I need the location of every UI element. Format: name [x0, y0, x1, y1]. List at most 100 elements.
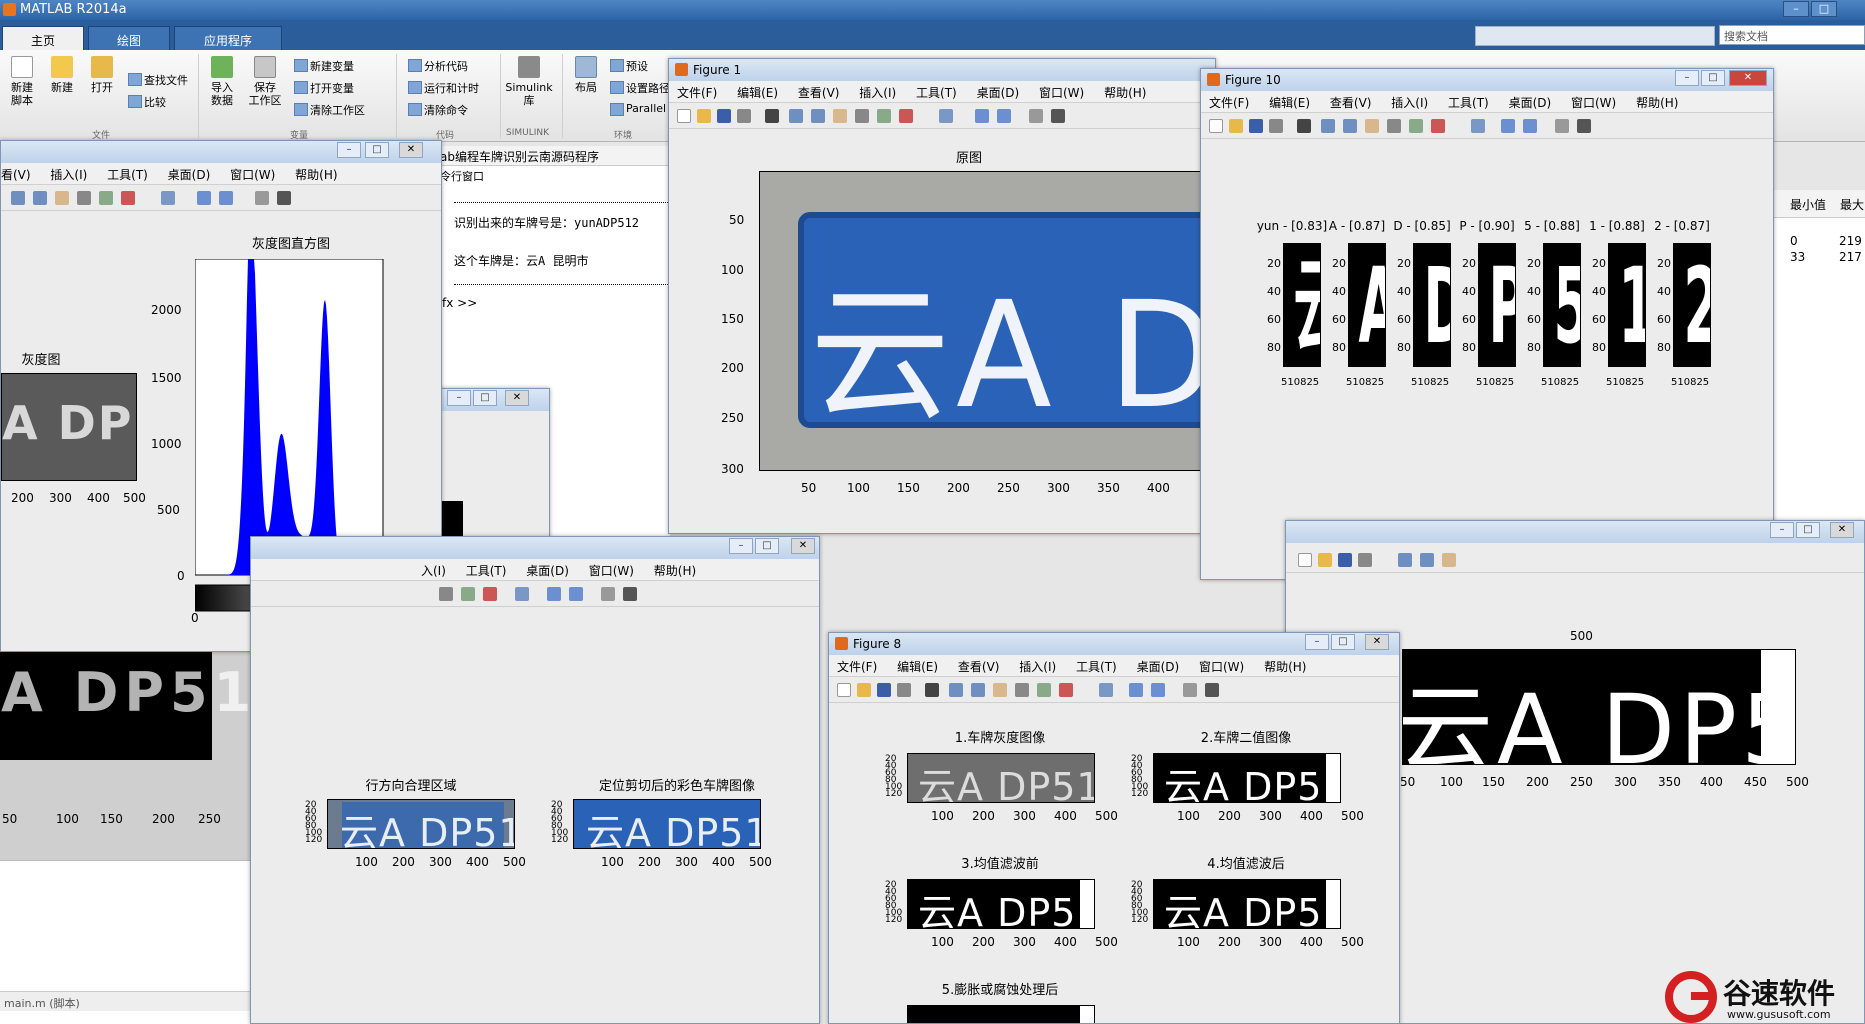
print-icon[interactable] — [1358, 553, 1372, 567]
zoom-out-icon[interactable] — [33, 191, 47, 205]
maximize-button[interactable]: □ — [473, 390, 497, 406]
pan-icon[interactable] — [1365, 119, 1379, 133]
maximize-button[interactable]: □ — [365, 142, 389, 158]
save-icon[interactable] — [1249, 119, 1263, 133]
colorbar-icon[interactable] — [547, 587, 561, 601]
show-tools-icon[interactable] — [1577, 119, 1591, 133]
legend-icon[interactable] — [219, 191, 233, 205]
legend-icon[interactable] — [1523, 119, 1537, 133]
hide-tools-icon[interactable] — [1029, 109, 1043, 123]
colorbar-icon[interactable] — [197, 191, 211, 205]
menu-window[interactable]: 窗口(W) — [1199, 660, 1244, 674]
command-prompt[interactable]: fx >> — [442, 296, 477, 310]
data-cursor-icon[interactable] — [1037, 683, 1051, 697]
link-icon[interactable] — [1099, 683, 1113, 697]
menu-insert[interactable]: 插入(I) — [859, 86, 896, 100]
colorbar-icon[interactable] — [975, 109, 989, 123]
brush-icon[interactable] — [1431, 119, 1445, 133]
colorbar-icon[interactable] — [1501, 119, 1515, 133]
parallel-button[interactable]: Parallel — [608, 102, 666, 116]
show-tools-icon[interactable] — [1205, 683, 1219, 697]
data-cursor-icon[interactable] — [1409, 119, 1423, 133]
pan-icon[interactable] — [55, 191, 69, 205]
clear-commands-button[interactable]: 清除命令 — [406, 102, 468, 118]
show-tools-icon[interactable] — [623, 587, 637, 601]
show-tools-icon[interactable] — [277, 191, 291, 205]
new-button[interactable]: 新建 — [44, 56, 80, 94]
close-button[interactable]: ✕ — [399, 142, 423, 158]
save-workspace-button[interactable]: 保存 工作区 — [244, 56, 286, 107]
menu-tools[interactable]: 工具(T) — [1076, 660, 1117, 674]
zoom-in-icon[interactable] — [1321, 119, 1335, 133]
data-cursor-icon[interactable] — [99, 191, 113, 205]
open-file-icon[interactable] — [1318, 553, 1332, 567]
minimize-button[interactable]: – — [1305, 634, 1329, 650]
minimize-button[interactable]: – — [1783, 1, 1809, 17]
close-button[interactable]: ✕ — [791, 538, 815, 554]
legend-icon[interactable] — [997, 109, 1011, 123]
pointer-icon[interactable] — [765, 109, 779, 123]
zoom-in-icon[interactable] — [11, 191, 25, 205]
pan-icon[interactable] — [993, 683, 1007, 697]
find-files-button[interactable]: 查找文件 — [126, 72, 188, 88]
figure-window-8[interactable]: Figure 8 – □ ✕ 文件(F) 编辑(E) 查看(V) 插入(I) 工… — [828, 632, 1400, 1024]
zoom-out-icon[interactable] — [811, 109, 825, 123]
hide-tools-icon[interactable] — [601, 587, 615, 601]
zoom-out-icon[interactable] — [1420, 553, 1434, 567]
open-file-icon[interactable] — [857, 683, 871, 697]
pointer-icon[interactable] — [1297, 119, 1311, 133]
menu-view[interactable]: 查看(V) — [958, 660, 1000, 674]
figure-window-cropping[interactable]: – □ ✕ 入(I) 工具(T) 桌面(D) 窗口(W) 帮助(H) 行方向合理… — [250, 536, 820, 1024]
new-figure-icon[interactable] — [837, 683, 851, 697]
close-button[interactable]: ✕ — [505, 390, 529, 406]
brush-icon[interactable] — [483, 587, 497, 601]
save-icon[interactable] — [877, 683, 891, 697]
menu-view[interactable]: 看(V) — [1, 168, 31, 182]
minimize-button[interactable]: – — [337, 142, 361, 158]
menu-window[interactable]: 窗口(W) — [1039, 86, 1084, 100]
menu-tools[interactable]: 工具(T) — [1448, 96, 1489, 110]
menu-tools[interactable]: 工具(T) — [916, 86, 957, 100]
zoom-out-icon[interactable] — [1343, 119, 1357, 133]
figure-window-10[interactable]: Figure 10 – □ ✕ 文件(F) 编辑(E) 查看(V) 插入(I) … — [1200, 68, 1774, 580]
menu-desktop[interactable]: 桌面(D) — [1509, 96, 1552, 110]
new-script-button[interactable]: 新建 脚本 — [4, 56, 40, 107]
menu-desktop[interactable]: 桌面(D) — [168, 168, 211, 182]
close-button[interactable]: ✕ — [1830, 522, 1854, 538]
menu-help[interactable]: 帮助(H) — [1264, 660, 1306, 674]
open-variable-button[interactable]: 打开变量 — [292, 80, 354, 96]
minimize-button[interactable]: – — [1675, 70, 1699, 86]
rotate-icon[interactable] — [855, 109, 869, 123]
new-figure-icon[interactable] — [677, 109, 691, 123]
minimize-button[interactable]: – — [447, 390, 471, 406]
legend-icon[interactable] — [1151, 683, 1165, 697]
run-and-time-button[interactable]: 运行和计时 — [406, 80, 479, 96]
menu-tools[interactable]: 工具(T) — [466, 564, 507, 578]
brush-icon[interactable] — [121, 191, 135, 205]
zoom-out-icon[interactable] — [971, 683, 985, 697]
open-file-icon[interactable] — [1229, 119, 1243, 133]
search-docs-input[interactable]: 搜索文档 — [1719, 25, 1865, 45]
print-icon[interactable] — [737, 109, 751, 123]
minimize-button[interactable]: – — [729, 538, 753, 554]
pointer-icon[interactable] — [925, 683, 939, 697]
menu-desktop[interactable]: 桌面(D) — [1137, 660, 1180, 674]
quick-access-toolbar[interactable] — [1475, 26, 1715, 46]
menu-edit[interactable]: 编辑(E) — [737, 86, 778, 100]
menu-file[interactable]: 文件(F) — [1209, 96, 1249, 110]
clear-workspace-button[interactable]: 清除工作区 — [292, 102, 365, 118]
import-data-button[interactable]: 导入 数据 — [204, 56, 240, 107]
menu-file[interactable]: 文件(F) — [837, 660, 877, 674]
new-figure-icon[interactable] — [1209, 119, 1223, 133]
menu-help[interactable]: 帮助(H) — [1636, 96, 1678, 110]
menu-window[interactable]: 窗口(W) — [230, 168, 275, 182]
maximize-button[interactable]: □ — [755, 538, 779, 554]
menu-edit[interactable]: 编辑(E) — [1269, 96, 1310, 110]
hide-tools-icon[interactable] — [1183, 683, 1197, 697]
menu-insert[interactable]: 插入(I) — [50, 168, 87, 182]
rotate-icon[interactable] — [439, 587, 453, 601]
save-icon[interactable] — [1338, 553, 1352, 567]
menu-view[interactable]: 查看(V) — [1330, 96, 1372, 110]
set-path-button[interactable]: 设置路径 — [608, 80, 670, 96]
close-button[interactable]: ✕ — [1729, 70, 1767, 86]
